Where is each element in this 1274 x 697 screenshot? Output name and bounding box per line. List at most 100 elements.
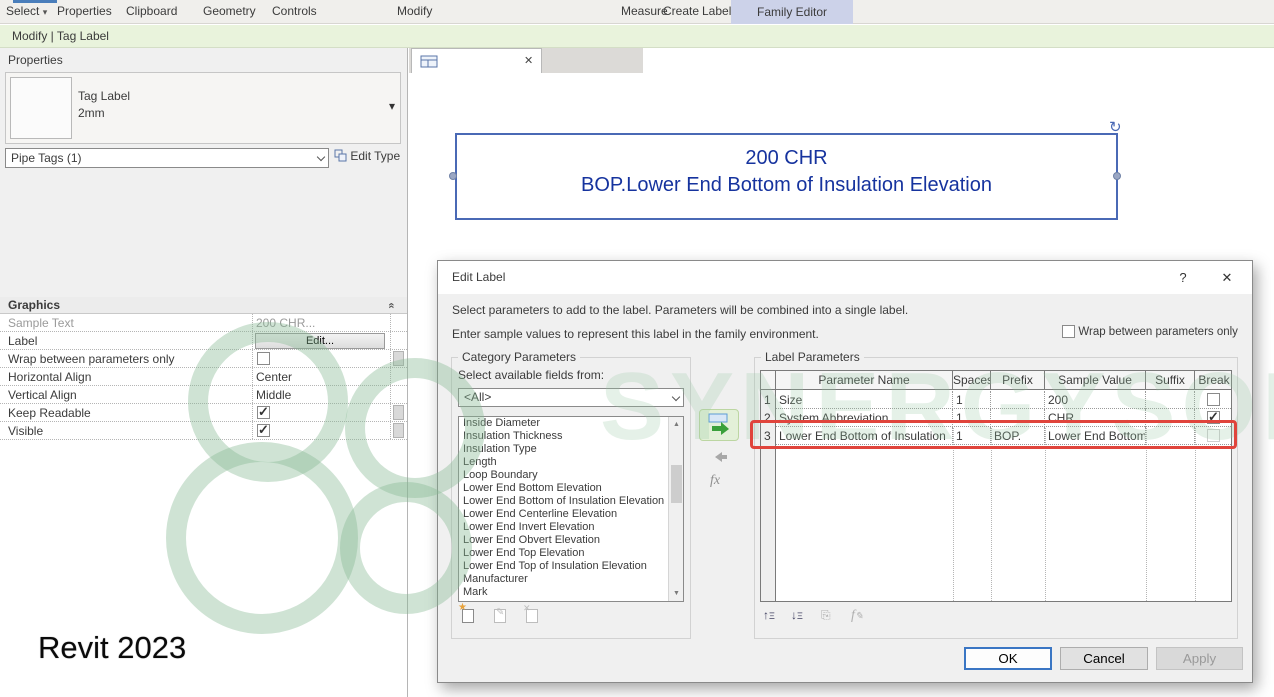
add-parameter-to-label-button[interactable] (699, 409, 739, 441)
wrap-between-parameters-checkbox[interactable] (1062, 325, 1075, 338)
new-star-icon: ★ (458, 602, 467, 613)
tag-label-preview[interactable]: 200 CHR BOP.Lower End Bottom of Insulati… (455, 133, 1118, 220)
vertical-align-value[interactable]: Middle (256, 388, 291, 402)
col-break: Break (1195, 371, 1233, 390)
property-row-horizontal-align: Horizontal Align Center (0, 368, 407, 386)
ribbon-panel-create[interactable]: Create (663, 4, 699, 18)
fields-filter-combo[interactable]: <All> (458, 388, 684, 407)
property-row-vertical-align: Vertical Align Middle (0, 386, 407, 404)
list-item[interactable]: Inside Diameter (459, 417, 683, 430)
add-to-label-icon (706, 413, 732, 437)
break-checkbox[interactable] (1207, 393, 1220, 406)
apply-button[interactable]: Apply (1156, 647, 1243, 670)
category-filter-combo[interactable]: Pipe Tags (1) (5, 148, 329, 168)
ribbon-accent-strip (13, 0, 57, 3)
delete-parameter-button[interactable]: ✕ (524, 608, 541, 625)
rotate-handle-icon[interactable]: ↻ (1109, 118, 1122, 136)
scroll-up-icon[interactable]: ▲ (669, 417, 684, 432)
formula-button[interactable]: fx (710, 473, 720, 489)
edit-parameter-formula-button[interactable]: f✎ (851, 608, 863, 624)
close-icon[interactable]: ✕ (1210, 261, 1244, 294)
list-item[interactable]: Lower End Top of Insulation Elevation (459, 560, 683, 573)
list-item[interactable]: Loop Boundary (459, 469, 683, 482)
category-parameters-group: Category Parameters Select available fie… (451, 357, 691, 639)
list-item[interactable]: Lower End Top Elevation (459, 547, 683, 560)
ribbon-panel-label[interactable]: Label (702, 4, 731, 18)
selection-handle-left[interactable] (449, 172, 457, 180)
close-icon[interactable]: ✕ (524, 54, 533, 67)
edit-parameter-button[interactable]: ✎ (492, 608, 509, 625)
ribbon-panel-select[interactable]: Select ▾ (6, 4, 47, 18)
list-item[interactable]: Lower End Obvert Elevation (459, 534, 683, 547)
graphics-section-header[interactable]: Graphics » (0, 297, 407, 314)
apply-parameter-button[interactable]: ⎘ (821, 608, 831, 623)
list-item[interactable]: Mark (459, 586, 683, 599)
type-selector[interactable]: Tag Label 2mm ▾ (5, 72, 401, 144)
ribbon-panel-modify[interactable]: Modify (397, 4, 432, 18)
ribbon-panel-geometry[interactable]: Geometry (203, 4, 256, 18)
visible-checkbox[interactable] (257, 424, 270, 437)
new-parameter-button[interactable]: ★ (460, 608, 477, 625)
keep-readable-checkbox[interactable] (257, 406, 270, 419)
list-item[interactable]: Lower End Bottom Elevation (459, 482, 683, 495)
property-row-wrap: Wrap between parameters only (0, 350, 407, 368)
properties-panel-title: Properties (8, 53, 63, 67)
label-parameters-group: Label Parameters Parameter Name Spaces P… (754, 357, 1238, 639)
move-parameter-up-button[interactable]: ↑Ξ (763, 608, 775, 622)
list-item[interactable]: Length (459, 456, 683, 469)
associate-parameter-button[interactable] (393, 405, 404, 420)
ribbon-panel-controls[interactable]: Controls (272, 4, 317, 18)
list-scrollbar[interactable]: ▲ ▼ (668, 417, 683, 601)
dialog-instruction-2: Enter sample values to represent this la… (452, 327, 819, 341)
type-thumbnail (10, 77, 72, 139)
delete-x-icon: ✕ (523, 603, 531, 614)
list-item[interactable]: Lower End Bottom of Insulation Elevation (459, 495, 683, 508)
associate-parameter-button[interactable] (393, 423, 404, 438)
ribbon-panel-clipboard[interactable]: Clipboard (126, 4, 177, 18)
ribbon-bar: Select ▾ Properties Clipboard Geometry C… (0, 0, 1274, 24)
category-parameters-list[interactable]: Inside Diameter Insulation Thickness Ins… (458, 416, 684, 602)
dialog-title-bar[interactable]: Edit Label ? ✕ (438, 261, 1252, 294)
type-name: 2mm (78, 106, 105, 120)
pencil-icon: ✎ (496, 607, 504, 618)
revit-window: Select ▾ Properties Clipboard Geometry C… (0, 0, 1274, 697)
chevron-down-icon: ▾ (43, 7, 48, 17)
list-item[interactable]: Insulation Type (459, 443, 683, 456)
annotation-highlight-rectangle (750, 420, 1237, 449)
collapse-section-icon[interactable]: » (383, 302, 400, 308)
wrap-checkbox[interactable] (257, 352, 270, 365)
view-tab[interactable]: ✕ (411, 48, 542, 73)
selection-handle-right[interactable] (1113, 172, 1121, 180)
dialog-instruction-1: Select parameters to add to the label. P… (452, 303, 908, 317)
view-tab-bar: ✕ (409, 48, 643, 73)
select-fields-label: Select available fields from: (458, 368, 604, 382)
list-item[interactable]: Lower End Centerline Elevation (459, 508, 683, 521)
scroll-down-icon[interactable]: ▼ (669, 586, 684, 601)
ok-button[interactable]: OK (964, 647, 1052, 670)
label-parameters-table[interactable]: Parameter Name Spaces Prefix Sample Valu… (760, 370, 1232, 602)
scrollbar-thumb[interactable] (671, 465, 682, 503)
col-prefix: Prefix (991, 371, 1045, 390)
list-item[interactable]: Manufacturer (459, 573, 683, 586)
view-document-icon (420, 55, 438, 68)
ribbon-panel-measure[interactable]: Measure (621, 4, 668, 18)
cancel-button[interactable]: Cancel (1060, 647, 1148, 670)
label-edit-button[interactable]: Edit... (255, 333, 385, 349)
remove-parameter-from-label-button[interactable] (708, 451, 728, 466)
horizontal-align-value[interactable]: Center (256, 370, 292, 384)
type-selector-dropdown-icon[interactable]: ▾ (389, 99, 395, 113)
edit-type-icon (334, 149, 347, 162)
help-icon[interactable]: ? (1166, 261, 1200, 294)
property-row-label: Label Edit... (0, 332, 407, 350)
chevron-down-icon (317, 153, 325, 161)
edit-type-button[interactable]: Edit Type (334, 149, 404, 167)
table-row[interactable]: 1 Size 1 200 (761, 391, 1231, 409)
move-parameter-down-button[interactable]: ↓Ξ (791, 608, 803, 622)
ribbon-panel-properties[interactable]: Properties (57, 4, 112, 18)
wrap-between-parameters-field: Wrap between parameters only (1062, 324, 1238, 338)
remove-from-label-icon (708, 451, 728, 463)
list-item[interactable]: Insulation Thickness (459, 430, 683, 443)
associate-parameter-button[interactable] (393, 351, 404, 366)
list-item[interactable]: Lower End Invert Elevation (459, 521, 683, 534)
ribbon-panel-family-editor[interactable]: Family Editor (731, 0, 853, 24)
